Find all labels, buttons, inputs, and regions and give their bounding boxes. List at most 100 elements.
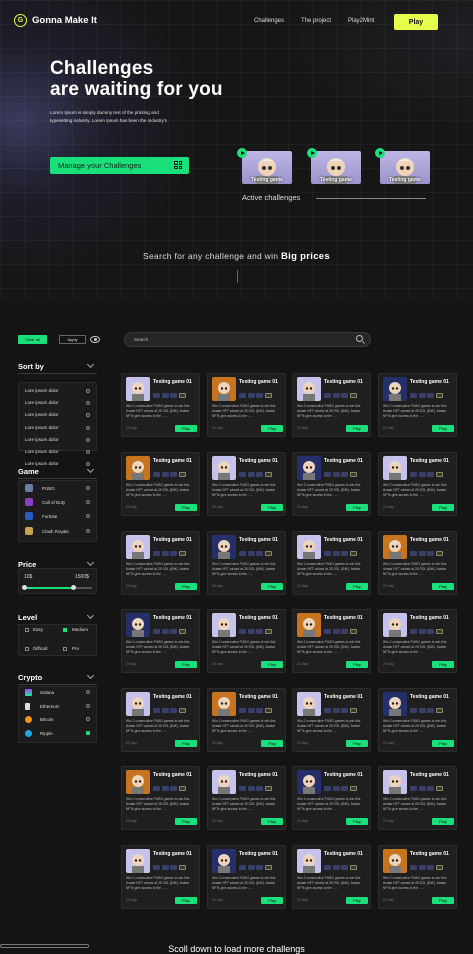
challenge-card[interactable]: Testing game 01 Win 2 consecutive PUBG ga… xyxy=(121,766,200,830)
challenge-card[interactable]: Testing game 01 Win 2 consecutive PUBG ga… xyxy=(121,609,200,673)
challenge-card[interactable]: Testing game 01 Win 2 consecutive PUBG ga… xyxy=(378,766,457,830)
sort-radio[interactable] xyxy=(86,450,90,454)
challenge-card[interactable]: Testing game 01 Win 2 consecutive PUBG ga… xyxy=(292,452,371,516)
challenge-card[interactable]: Testing game 01 Win 2 consecutive PUBG ga… xyxy=(121,452,200,516)
challenge-card[interactable]: Testing game 01 Win 2 consecutive PUBG ga… xyxy=(121,688,200,752)
sort-radio[interactable] xyxy=(86,425,90,430)
card-play-button[interactable]: Play xyxy=(346,818,368,825)
sort-radio[interactable] xyxy=(86,389,90,393)
card-play-button[interactable]: Play xyxy=(175,740,197,747)
game-radio[interactable] xyxy=(86,514,90,518)
challenge-card[interactable]: Testing game 01 Win 2 consecutive PUBG ga… xyxy=(292,373,371,437)
challenge-card[interactable]: Testing game 01 Win 2 consecutive PUBG ga… xyxy=(207,845,286,909)
game-radio[interactable] xyxy=(86,529,90,533)
card-footer: 20 /day xyxy=(297,898,308,902)
challenge-card[interactable]: Testing game 01 Win 2 consecutive PUBG ga… xyxy=(207,373,286,437)
price-slider[interactable] xyxy=(22,585,92,590)
challenge-card[interactable]: Testing game 01 Win 2 consecutive PUBG ga… xyxy=(378,531,457,595)
card-play-button[interactable]: Play xyxy=(261,661,283,668)
card-play-button[interactable]: Play xyxy=(175,425,197,432)
card-play-button[interactable]: Play xyxy=(346,425,368,432)
chevron-down-icon[interactable] xyxy=(86,611,95,620)
challenge-card[interactable]: Testing game 01 Win 2 consecutive PUBG ga… xyxy=(292,609,371,673)
card-play-button[interactable]: Play xyxy=(261,504,283,511)
challenge-card[interactable]: Testing game 01 Win 2 consecutive PUBG ga… xyxy=(378,688,457,752)
price-slider-max-handle[interactable] xyxy=(70,585,76,590)
price-slider-min-handle[interactable] xyxy=(22,585,27,590)
chevron-down-icon[interactable] xyxy=(86,671,95,680)
challenge-card[interactable]: Testing game 01 Win 2 consecutive PUBG ga… xyxy=(207,609,286,673)
sort-option-label: Lore ipsum dolor xyxy=(25,400,59,406)
game-radio[interactable] xyxy=(86,486,90,490)
chevron-down-icon[interactable] xyxy=(86,558,95,567)
card-play-button[interactable]: Play xyxy=(346,661,368,668)
challenge-card[interactable]: Testing game 01 Win 2 consecutive PUBG ga… xyxy=(378,609,457,673)
card-play-button[interactable]: Play xyxy=(432,583,454,590)
card-play-button[interactable]: Play xyxy=(261,740,283,747)
nav-challenges[interactable]: Challenges xyxy=(254,18,284,24)
play-circle-icon[interactable] xyxy=(237,148,247,158)
manage-challenges-button[interactable]: Manage your Challenges xyxy=(50,157,189,174)
medium-checkbox[interactable] xyxy=(63,628,67,632)
active-challenge-thumb-1[interactable]: Testing game xyxy=(242,151,292,184)
challenge-card[interactable]: Testing game 01 Win 2 consecutive PUBG ga… xyxy=(292,845,371,909)
card-play-button[interactable]: Play xyxy=(261,425,283,432)
card-play-button[interactable]: Play xyxy=(346,583,368,590)
card-play-button[interactable]: Play xyxy=(346,504,368,511)
play-button[interactable]: Play xyxy=(394,14,438,30)
logo[interactable]: G Gonna Make It xyxy=(14,14,97,27)
challenge-card[interactable]: Testing game 01 Win 2 consecutive PUBG ga… xyxy=(292,688,371,752)
card-play-button[interactable]: Play xyxy=(261,583,283,590)
sort-radio[interactable] xyxy=(86,437,90,442)
active-challenge-thumb-2[interactable]: Testing game xyxy=(311,151,361,184)
apply-button[interactable]: Apply xyxy=(59,335,86,344)
card-play-button[interactable]: Play xyxy=(175,897,197,904)
nav-play2mint[interactable]: Play2Mint xyxy=(348,18,374,24)
active-challenge-thumb-3[interactable]: Testing game xyxy=(380,151,430,184)
card-play-button[interactable]: Play xyxy=(432,661,454,668)
card-play-button[interactable]: Play xyxy=(346,897,368,904)
card-play-button[interactable]: Play xyxy=(261,818,283,825)
play-circle-icon[interactable] xyxy=(307,148,317,158)
card-play-button[interactable]: Play xyxy=(432,897,454,904)
challenge-card[interactable]: Testing game 01 Win 2 consecutive PUBG ga… xyxy=(207,452,286,516)
crypto-radio[interactable] xyxy=(86,717,90,721)
challenge-card[interactable]: Testing game 01 Win 2 consecutive PUBG ga… xyxy=(292,766,371,830)
chevron-down-icon[interactable] xyxy=(86,465,95,474)
card-description: Win 2 consecutive PUBG games to win this… xyxy=(212,876,276,891)
challenge-card[interactable]: Testing game 01 Win 2 consecutive PUBG ga… xyxy=(207,688,286,752)
challenge-card[interactable]: Testing game 01 Win 2 consecutive PUBG ga… xyxy=(121,845,200,909)
challenge-card[interactable]: Testing game 01 Win 2 consecutive PUBG ga… xyxy=(378,452,457,516)
challenge-card[interactable]: Testing game 01 Win 2 consecutive PUBG ga… xyxy=(378,373,457,437)
crypto-radio[interactable] xyxy=(86,690,90,694)
nav-the-project[interactable]: The project xyxy=(301,18,331,24)
crypto-radio[interactable] xyxy=(86,704,90,708)
easy-checkbox[interactable] xyxy=(25,628,29,632)
pro-checkbox[interactable] xyxy=(63,647,67,651)
card-play-button[interactable]: Play xyxy=(175,504,197,511)
challenge-card[interactable]: Testing game 01 Win 2 consecutive PUBG ga… xyxy=(207,766,286,830)
play-circle-icon[interactable] xyxy=(375,148,385,158)
clear-all-button[interactable]: Clear all xyxy=(18,335,47,344)
eye-icon[interactable] xyxy=(90,336,100,343)
difficult-checkbox[interactable] xyxy=(25,647,29,651)
challenge-card[interactable]: Testing game 01 Win 2 consecutive PUBG ga… xyxy=(378,845,457,909)
challenge-card[interactable]: Testing game 01 Win 2 consecutive PUBG ga… xyxy=(121,373,200,437)
search-icon[interactable] xyxy=(356,335,363,342)
card-play-button[interactable]: Play xyxy=(346,740,368,747)
card-play-button[interactable]: Play xyxy=(175,818,197,825)
game-radio[interactable] xyxy=(86,500,90,504)
challenge-card[interactable]: Testing game 01 Win 2 consecutive PUBG ga… xyxy=(121,531,200,595)
card-play-button[interactable]: Play xyxy=(432,504,454,511)
card-play-button[interactable]: Play xyxy=(175,583,197,590)
card-play-button[interactable]: Play xyxy=(175,661,197,668)
challenge-card[interactable]: Testing game 01 Win 2 consecutive PUBG ga… xyxy=(292,531,371,595)
card-play-button[interactable]: Play xyxy=(432,740,454,747)
crypto-checkbox-selected[interactable] xyxy=(86,731,90,735)
card-play-button[interactable]: Play xyxy=(432,425,454,432)
card-play-button[interactable]: Play xyxy=(432,818,454,825)
search-input[interactable]: Search xyxy=(124,332,371,347)
chevron-down-icon[interactable] xyxy=(86,360,95,369)
card-play-button[interactable]: Play xyxy=(261,897,283,904)
challenge-card[interactable]: Testing game 01 Win 2 consecutive PUBG ga… xyxy=(207,531,286,595)
